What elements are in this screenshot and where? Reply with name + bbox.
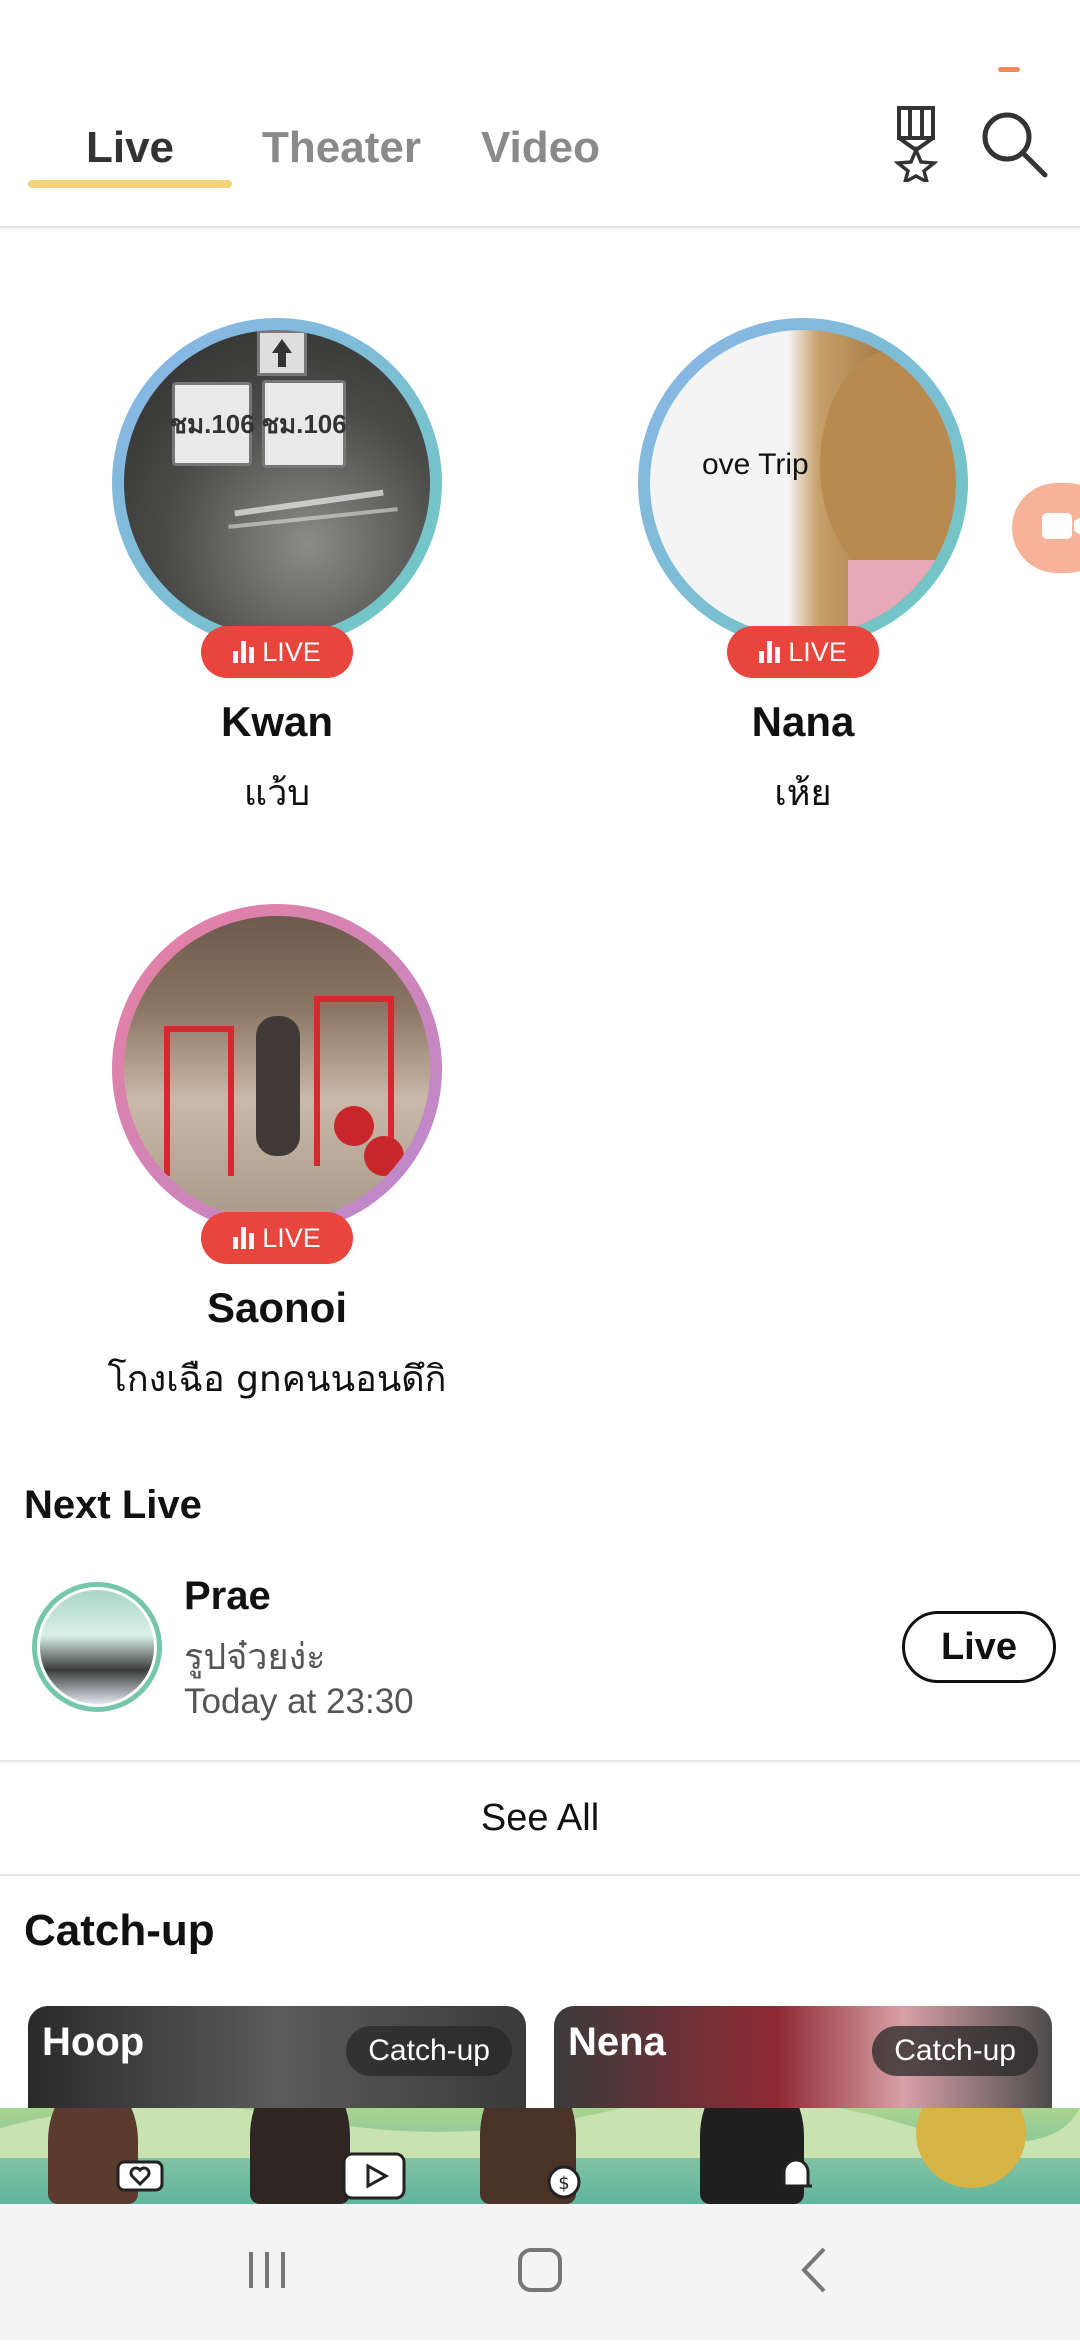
avatar-ring: ชม.106 ชม.106 LIVE [112,318,442,678]
see-all-link[interactable]: See All [0,1762,1080,1874]
red-ball [364,1136,404,1176]
home-button[interactable] [500,2232,580,2312]
live-card-saonoi[interactable]: LIVE Saonoi โกงเฉือ gnคนนอนดึกิ [107,904,447,1407]
top-header: Live Theater Video [0,0,1080,228]
catch-up-name: Nena [568,2020,666,2064]
divider [0,1874,1080,1876]
road-sign: ชม.106 [169,382,255,466]
person-figure [256,1016,300,1156]
live-thumbnail: ove Trip [650,330,956,636]
live-badge-label: LIVE [262,636,321,667]
streamer-name: Saonoi [206,1284,347,1331]
play-icon [342,2152,406,2204]
catch-up-name: Hoop [42,2020,145,2064]
banner-person [250,2108,350,2204]
go-live-camera-button[interactable] [1012,483,1080,573]
stream-status: โกงเฉือ gnคนนอนดึกิ [107,1359,447,1400]
next-live-button[interactable]: Live [902,1611,1056,1683]
video-camera-icon [1042,509,1080,548]
avatar-ring: LIVE [112,904,442,1264]
live-badge-label: LIVE [788,636,847,667]
banner-character [916,2108,1026,2188]
clothing-shape [848,560,956,636]
tab-theater[interactable]: Theater [232,118,451,188]
back-button[interactable] [773,2232,853,2312]
live-bars-icon [233,641,255,663]
trophy-icon[interactable] [880,106,952,182]
hair-shape [820,350,956,580]
next-live-time: Today at 23:30 [184,1682,414,1721]
live-card-kwan[interactable]: ชม.106 ชม.106 LIVE Kwan แว้บ [107,318,447,821]
live-badge: LIVE [201,626,353,678]
live-badge-label: LIVE [262,1222,321,1253]
red-swing-frame [164,1026,234,1176]
stream-status: เห้ย [774,773,832,814]
main-tabs: Live Theater Video [28,118,630,188]
next-live-description: รูปจ๋วยง่ะ [184,1637,326,1678]
streamer-name: Kwan [220,698,333,745]
catch-up-badge: Catch-up [346,2026,512,2076]
stream-status: แว้บ [243,773,311,814]
next-live-avatar[interactable] [32,1582,162,1712]
live-thumbnail: ชม.106 ชม.106 [124,330,430,636]
back-icon [798,2245,828,2300]
home-icon [516,2246,564,2299]
catch-up-title: Catch-up [24,1906,215,1955]
streamer-name: Nana [751,698,855,745]
thumbnail-caption: ove Trip [702,448,809,481]
recent-apps-button[interactable] [227,2232,307,2312]
catch-up-badge: Catch-up [872,2026,1038,2076]
live-thumbnail [124,916,430,1222]
heart-chat-icon [116,2160,164,2201]
system-nav-bar [0,2204,1080,2340]
avatar-image [37,1587,157,1707]
coin-icon: $ [546,2164,582,2204]
search-icon[interactable] [978,108,1050,180]
tab-video[interactable]: Video [451,118,630,188]
svg-text:$: $ [558,2173,569,2194]
recent-apps-icon [245,2248,289,2297]
live-card-nana[interactable]: ove Trip LIVE Nana เห้ย [633,318,973,821]
promo-banner[interactable]: $ [0,2108,1080,2204]
road-sign: ชม.106 [261,380,347,468]
live-bars-icon [233,1227,255,1249]
tab-live[interactable]: Live [28,118,232,188]
notification-indicator [998,67,1020,72]
live-badge: LIVE [727,626,879,678]
live-bars-icon [759,641,781,663]
bell-icon [776,2152,816,2203]
next-live-name: Prae [184,1574,271,1618]
red-ball [334,1106,374,1146]
avatar-ring: ove Trip LIVE [638,318,968,678]
live-badge: LIVE [201,1212,353,1264]
next-live-title: Next Live [24,1483,202,1527]
arrow-sign [257,330,307,376]
